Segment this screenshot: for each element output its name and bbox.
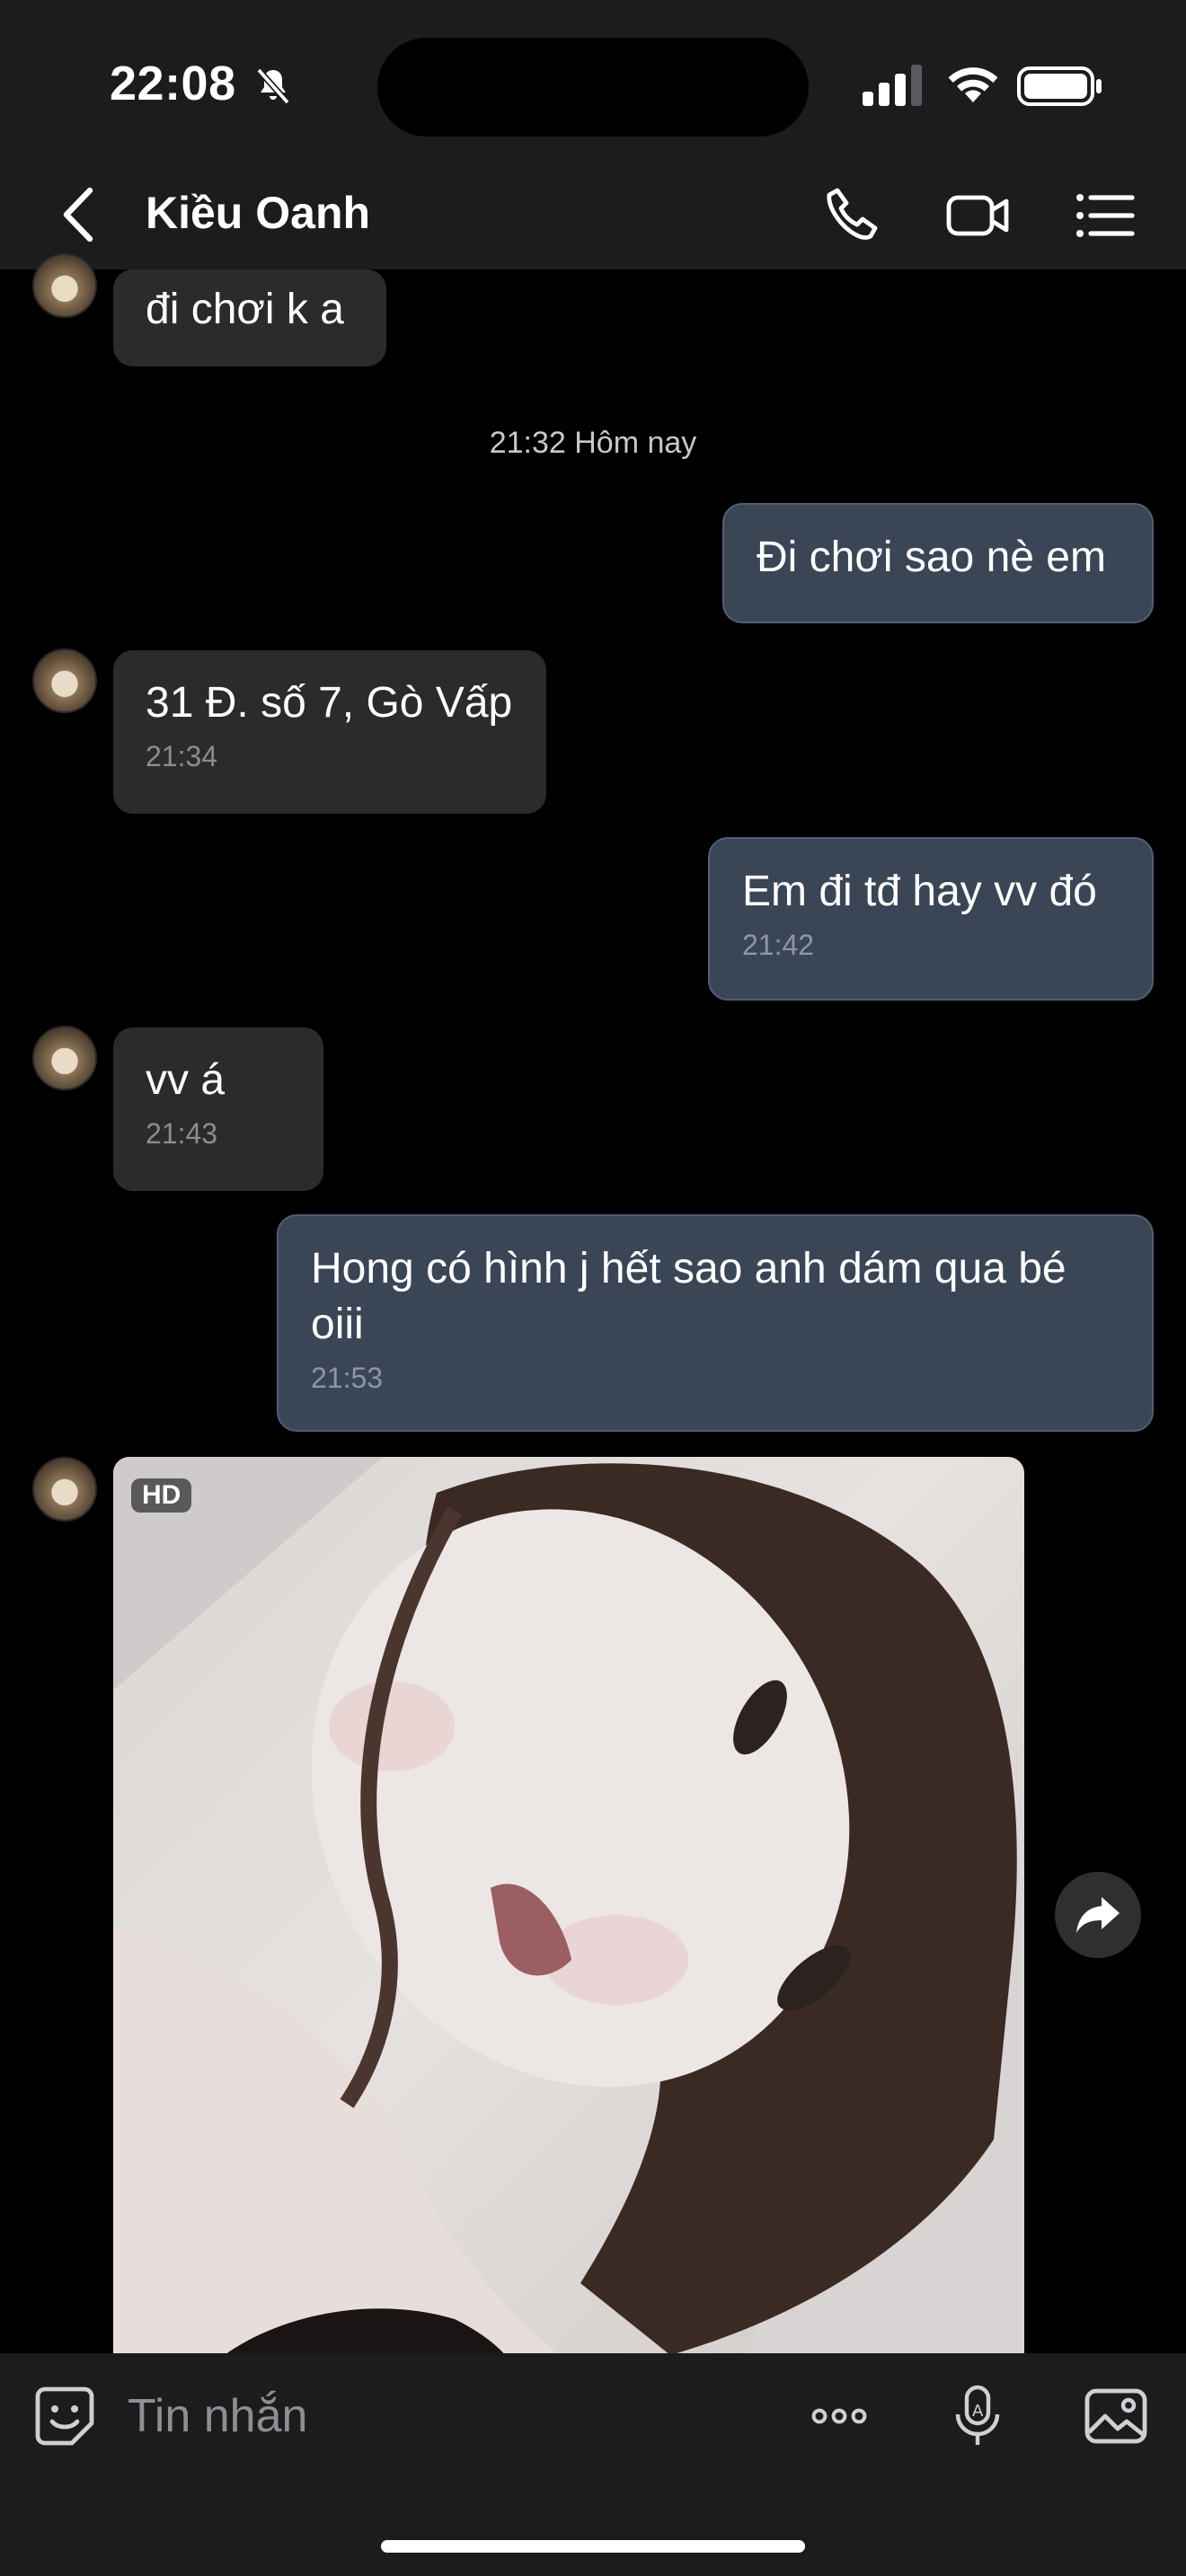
cellular-signal-icon (863, 65, 922, 106)
status-bar: 22:08 (0, 0, 1186, 163)
voice-to-text-icon[interactable]: A (943, 2382, 1012, 2450)
contact-avatar[interactable] (32, 253, 97, 318)
gallery-image-icon[interactable] (1082, 2382, 1150, 2450)
message-text: vv á (146, 1056, 226, 1104)
wifi-icon (948, 67, 998, 102)
message-time: 21:42 (742, 929, 815, 961)
forward-button[interactable] (1055, 1872, 1141, 1958)
message-text: 31 Đ. số 7, Gò Vấp (146, 679, 513, 727)
bell-muted-icon (256, 67, 290, 105)
chat-screen: 22:08 Kiều Oanh đi chơi k a 21:32 Hôm na… (0, 0, 1186, 2576)
chat-header: Kiều Oanh (0, 163, 1186, 269)
status-time: 22:08 (110, 57, 236, 110)
message-bubble-outgoing[interactable]: Em đi tđ hay vv đó 21:42 (708, 837, 1154, 1001)
dynamic-island (377, 38, 809, 137)
svg-text:A: A (972, 2402, 984, 2421)
phone-icon[interactable] (819, 181, 888, 250)
contact-avatar[interactable] (32, 648, 97, 713)
message-input[interactable]: Tin nhắn (128, 2389, 307, 2443)
photo-message[interactable]: HD (113, 1457, 1024, 2373)
message-text: Hong có hình j hết sao anh dám qua bé oi… (311, 1245, 1067, 1348)
message-time: 21:43 (146, 1117, 218, 1150)
share-arrow-icon (1076, 1897, 1120, 1933)
message-bubble-incoming[interactable]: đi chơi k a (113, 269, 386, 366)
menu-list-icon[interactable] (1071, 181, 1139, 250)
hd-badge: HD (131, 1478, 192, 1513)
message-input-bar: Tin nhắn A (0, 2353, 1186, 2576)
message-text: đi chơi k a (146, 286, 344, 333)
home-indicator[interactable] (381, 2540, 805, 2553)
emoji-sticker-icon[interactable] (31, 2382, 99, 2450)
battery-icon (1017, 66, 1102, 106)
message-bubble-outgoing[interactable]: Đi chơi sao nè em (722, 503, 1154, 623)
contact-avatar[interactable] (32, 1457, 97, 1522)
message-bubble-outgoing[interactable]: Hong có hình j hết sao anh dám qua bé oi… (277, 1214, 1154, 1432)
contact-avatar[interactable] (32, 1026, 97, 1090)
photo-image (113, 1457, 1024, 2373)
message-bubble-incoming[interactable]: vv á 21:43 (113, 1028, 323, 1191)
date-separator: 21:32 Hôm nay (489, 426, 697, 460)
message-bubble-incoming[interactable]: 31 Đ. số 7, Gò Vấp 21:34 (113, 650, 546, 814)
more-options-icon[interactable] (805, 2382, 873, 2450)
message-time: 21:34 (146, 740, 218, 772)
contact-name[interactable]: Kiều Oanh (146, 187, 370, 239)
back-chevron-icon[interactable] (56, 185, 101, 244)
video-call-icon[interactable] (943, 181, 1012, 250)
message-text: Em đi tđ hay vv đó (742, 868, 1097, 915)
message-time: 21:53 (311, 1362, 384, 1394)
message-text: Đi chơi sao nè em (757, 534, 1106, 581)
